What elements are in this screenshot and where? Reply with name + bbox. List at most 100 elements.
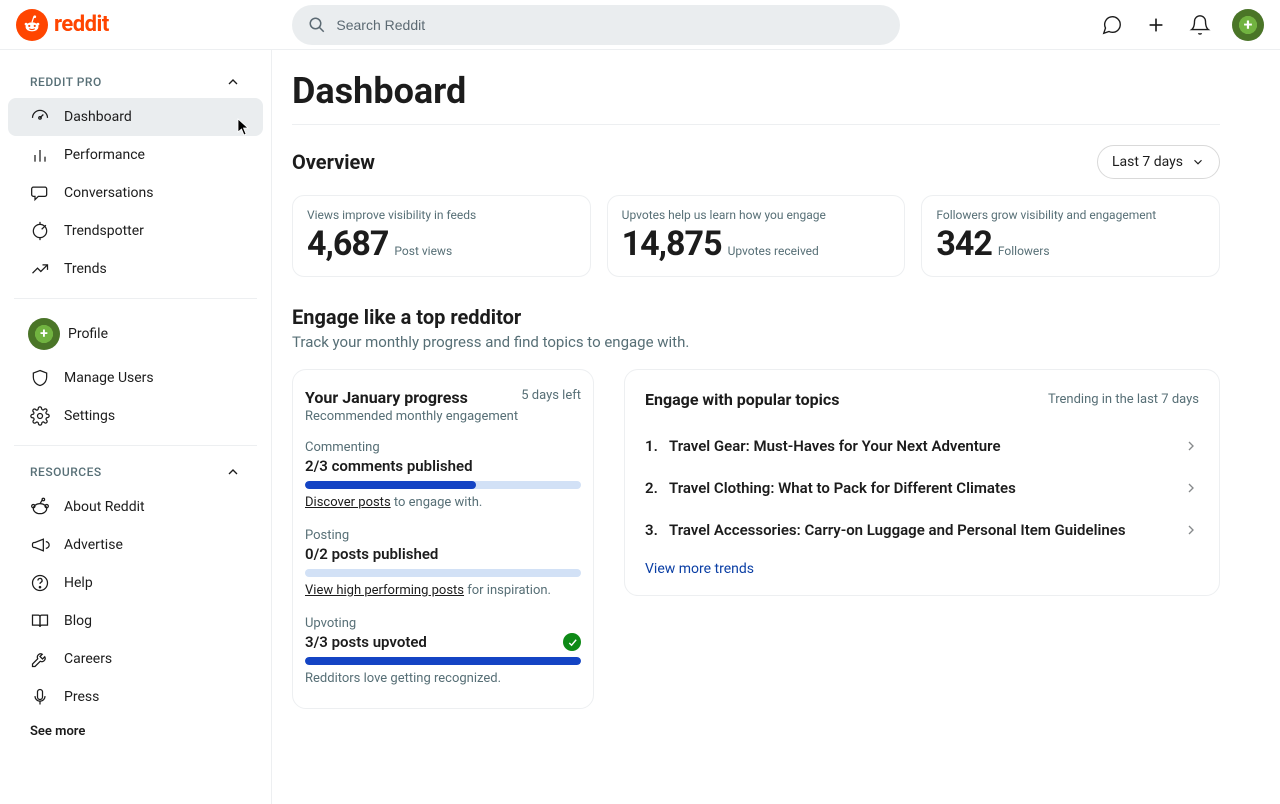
topic-number: 2. <box>645 479 661 497</box>
bars-icon <box>30 145 50 165</box>
stat-value: 14,875 <box>622 224 722 264</box>
logo[interactable]: reddit <box>16 9 109 41</box>
sidebar: REDDIT PRO Dashboard Performance Convers… <box>0 50 272 804</box>
page-title: Dashboard <box>292 70 1220 112</box>
sidebar-item-label: Dashboard <box>64 109 132 125</box>
progress-item-commenting: Commenting 2/3 comments published Discov… <box>305 440 581 510</box>
topic-item[interactable]: 2. Travel Clothing: What to Pack for Diff… <box>645 467 1199 509</box>
progress-bar <box>305 657 581 665</box>
topics-card: Engage with popular topics Trending in t… <box>624 369 1220 596</box>
stat-unit: Upvotes received <box>728 244 819 258</box>
sidebar-item-label: Careers <box>64 651 112 667</box>
topics-sub: Trending in the last 7 days <box>1048 392 1199 407</box>
progress-item-posting: Posting 0/2 posts published View high pe… <box>305 528 581 598</box>
sidebar-item-about[interactable]: About Reddit <box>8 488 263 526</box>
chevron-down-icon <box>1191 155 1205 169</box>
mic-icon <box>30 687 50 707</box>
sidebar-item-label: Settings <box>64 408 115 424</box>
progress-label: Commenting <box>305 440 581 455</box>
reddit-outline-icon <box>30 497 50 517</box>
sidebar-item-settings[interactable]: Settings <box>8 397 263 435</box>
sidebar-item-label: Performance <box>64 147 145 163</box>
sidebar-section-header[interactable]: REDDIT PRO <box>8 66 263 98</box>
view-posts-link[interactable]: View high performing posts <box>305 583 464 598</box>
progress-value: 0/2 posts published <box>305 545 438 563</box>
sidebar-item-label: Blog <box>64 613 92 629</box>
sidebar-item-advertise[interactable]: Advertise <box>8 526 263 564</box>
progress-title: Your January progress <box>305 388 468 407</box>
reddit-logo-icon <box>16 9 48 41</box>
sidebar-item-label: Manage Users <box>64 370 154 386</box>
stat-unit: Followers <box>998 244 1050 258</box>
sidebar-item-trendspotter[interactable]: Trendspotter <box>8 212 263 250</box>
divider <box>14 298 257 299</box>
stat-card-followers: Followers grow visibility and engagement… <box>921 195 1220 277</box>
bell-icon[interactable] <box>1188 13 1212 37</box>
avatar[interactable] <box>1232 9 1264 41</box>
chevron-right-icon <box>1183 438 1199 454</box>
chevron-right-icon <box>1183 480 1199 496</box>
stat-value: 342 <box>936 224 992 264</box>
sidebar-item-dashboard[interactable]: Dashboard <box>8 98 263 136</box>
sidebar-item-label: About Reddit <box>64 499 145 515</box>
topic-item[interactable]: 1.Travel Gear: Must-Haves for Your Next … <box>645 425 1199 467</box>
sidebar-item-performance[interactable]: Performance <box>8 136 263 174</box>
speech-icon <box>30 183 50 203</box>
progress-bar <box>305 481 581 489</box>
progress-value: 3/3 posts upvoted <box>305 633 427 651</box>
gear-icon <box>30 406 50 426</box>
create-icon[interactable] <box>1144 13 1168 37</box>
discover-posts-link[interactable]: Discover posts <box>305 495 391 510</box>
see-more-link[interactable]: See more <box>8 716 263 747</box>
sidebar-item-trends[interactable]: Trends <box>8 250 263 288</box>
topic-text: Travel Accessories: Carry-on Luggage and… <box>669 521 1126 539</box>
topic-text: Travel Clothing: What to Pack for Differ… <box>669 479 1016 497</box>
help-icon <box>30 573 50 593</box>
view-more-trends-link[interactable]: View more trends <box>645 561 1199 577</box>
daterange-dropdown[interactable]: Last 7 days <box>1097 145 1220 179</box>
sidebar-item-manage-users[interactable]: Manage Users <box>8 359 263 397</box>
topic-number: 3. <box>645 521 661 539</box>
section-label: RESOURCES <box>30 465 102 479</box>
gauge-icon <box>30 107 50 127</box>
book-icon <box>30 611 50 631</box>
progress-card: Your January progress 5 days left Recomm… <box>292 369 594 709</box>
sidebar-item-help[interactable]: Help <box>8 564 263 602</box>
brand-text: reddit <box>54 12 109 37</box>
sidebar-item-blog[interactable]: Blog <box>8 602 263 640</box>
sidebar-item-conversations[interactable]: Conversations <box>8 174 263 212</box>
section-label: REDDIT PRO <box>30 75 102 89</box>
check-complete-icon <box>563 633 581 651</box>
topics-title: Engage with popular topics <box>645 390 839 409</box>
search-input-wrap[interactable] <box>292 5 900 45</box>
progress-label: Posting <box>305 528 581 543</box>
sidebar-item-label: Trendspotter <box>64 223 144 239</box>
progress-item-upvoting: Upvoting 3/3 posts upvoted Redditors lov… <box>305 616 581 686</box>
target-icon <box>30 221 50 241</box>
sidebar-item-profile[interactable]: Profile <box>8 309 263 359</box>
stat-hint: Followers grow visibility and engagement <box>936 208 1205 222</box>
shield-icon <box>30 368 50 388</box>
sidebar-item-press[interactable]: Press <box>8 678 263 716</box>
sidebar-item-label: Trends <box>64 261 107 277</box>
divider <box>292 124 1220 125</box>
sidebar-item-label: Advertise <box>64 537 123 553</box>
chevron-up-icon <box>225 74 241 90</box>
wrench-icon <box>30 649 50 669</box>
stat-card-upvotes: Upvotes help us learn how you engage 14,… <box>607 195 906 277</box>
dropdown-label: Last 7 days <box>1112 154 1183 170</box>
sidebar-item-careers[interactable]: Careers <box>8 640 263 678</box>
sidebar-section-header[interactable]: RESOURCES <box>8 456 263 488</box>
sidebar-item-label: Help <box>64 575 93 591</box>
divider <box>14 445 257 446</box>
topic-item[interactable]: 3. Travel Accessories: Carry-on Luggage a… <box>645 509 1199 551</box>
chat-icon[interactable] <box>1100 13 1124 37</box>
search-input[interactable] <box>336 17 884 33</box>
stat-hint: Views improve visibility in feeds <box>307 208 576 222</box>
progress-label: Upvoting <box>305 616 581 631</box>
progress-hint: to engage with. <box>391 495 483 510</box>
trend-icon <box>30 259 50 279</box>
progress-sub: Recommended monthly engagement <box>305 409 581 424</box>
stat-value: 4,687 <box>307 224 388 264</box>
topic-text: Travel Gear: Must-Haves for Your Next Ad… <box>669 437 1001 455</box>
